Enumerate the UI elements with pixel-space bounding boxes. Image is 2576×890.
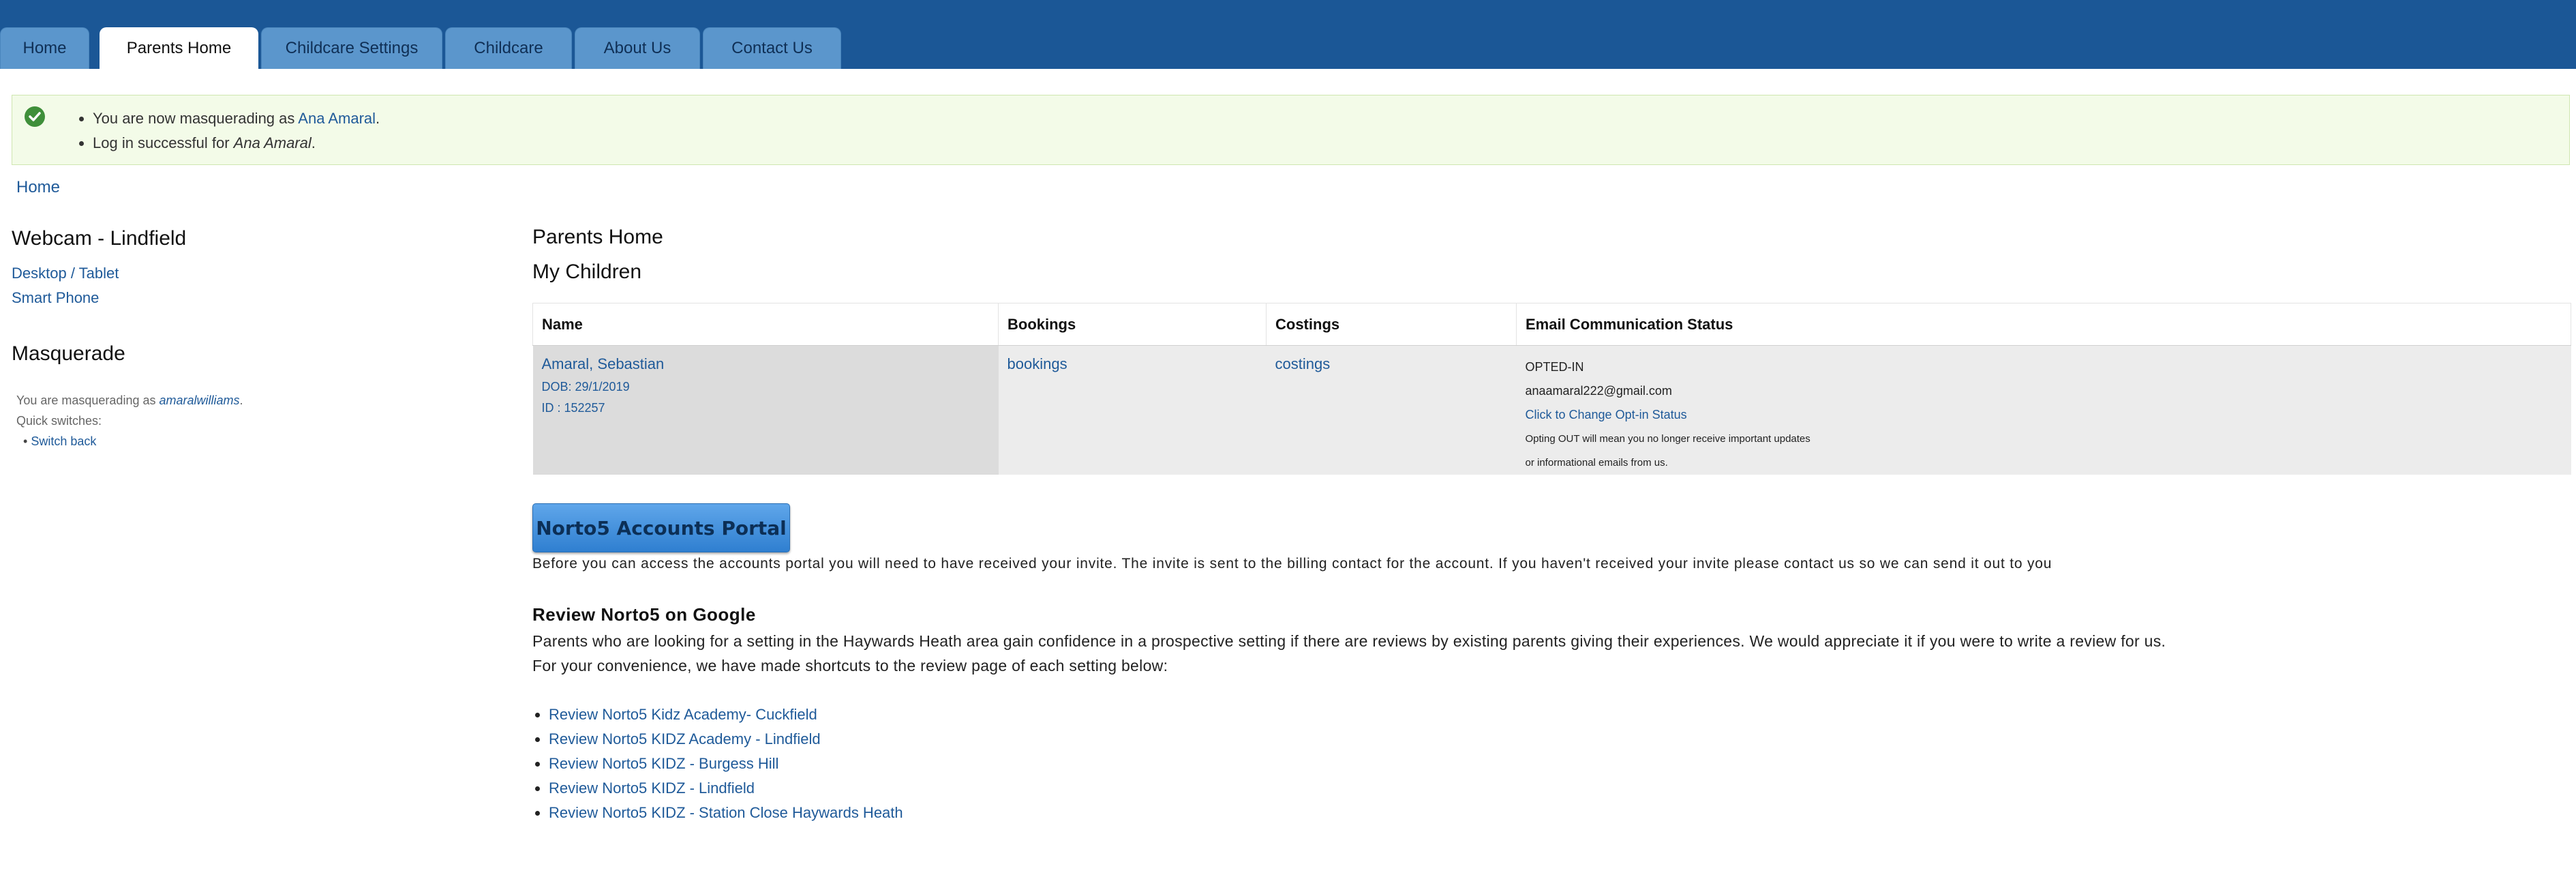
list-item: Review Norto5 KIDZ - Station Close Haywa… bbox=[549, 801, 903, 825]
accounts-portal-button[interactable]: Norto5 Accounts Portal bbox=[532, 503, 790, 552]
tab-childcare-settings[interactable]: Childcare Settings bbox=[261, 27, 442, 69]
change-opt-in-link[interactable]: Click to Change Opt-in Status bbox=[1526, 408, 1687, 421]
column-header-name: Name bbox=[532, 303, 999, 346]
bookings-cell: bookings bbox=[998, 345, 1267, 475]
list-item: Switch back bbox=[23, 431, 243, 451]
masquerade-status: You are masquerading as amaralwilliams. bbox=[16, 390, 243, 411]
review-title: Review Norto5 on Google bbox=[532, 604, 756, 625]
page-title: Parents Home bbox=[532, 226, 663, 248]
message-punct: . bbox=[376, 110, 380, 127]
message-user-name: Ana Amaral bbox=[233, 134, 312, 151]
column-header-bookings: Bookings bbox=[998, 303, 1267, 346]
masquerade-title: Masquerade bbox=[12, 342, 125, 365]
review-paragraph-2: For your convenience, we have made short… bbox=[532, 657, 1168, 674]
masquerade-text: You are masquerading as bbox=[16, 394, 160, 407]
child-dob: DOB: 29/1/2019 bbox=[541, 380, 630, 394]
webcam-phone-link[interactable]: Smart Phone bbox=[12, 289, 99, 307]
breadcrumb-home[interactable]: Home bbox=[16, 178, 60, 197]
review-links-list: Review Norto5 Kidz Academy- Cuckfield Re… bbox=[532, 702, 903, 825]
email-address: anaamaral222@gmail.com bbox=[1525, 384, 1672, 398]
tab-childcare[interactable]: Childcare bbox=[445, 27, 572, 69]
masquerade-user-link[interactable]: Ana Amaral bbox=[298, 110, 376, 127]
review-link-burgess-hill[interactable]: Review Norto5 KIDZ - Burgess Hill bbox=[549, 755, 778, 772]
review-link-lindfield[interactable]: Review Norto5 KIDZ - Lindfield bbox=[549, 780, 755, 797]
child-name-link[interactable]: Amaral, Sebastian bbox=[542, 355, 665, 372]
check-circle-icon bbox=[25, 106, 45, 127]
message-text: Log in successful for bbox=[93, 134, 234, 151]
table-row: Amaral, Sebastian DOB: 29/1/2019 ID : 15… bbox=[532, 345, 2571, 475]
child-name-cell: Amaral, Sebastian DOB: 29/1/2019 ID : 15… bbox=[532, 345, 999, 475]
status-messages: You are now masquerading as Ana Amaral. … bbox=[12, 95, 2570, 165]
email-opt-status: OPTED-IN bbox=[1525, 360, 1584, 374]
message-masquerading: You are now masquerading as Ana Amaral. bbox=[93, 106, 380, 131]
costings-link[interactable]: costings bbox=[1275, 355, 1331, 372]
list-item: Review Norto5 KIDZ - Burgess Hill bbox=[549, 752, 903, 776]
webcam-desktop-link[interactable]: Desktop / Tablet bbox=[12, 265, 119, 282]
masquerade-punct: . bbox=[239, 394, 243, 407]
message-list: You are now masquerading as Ana Amaral. … bbox=[65, 106, 380, 155]
webcam-title: Webcam - Lindfield bbox=[12, 227, 187, 250]
column-header-email-status: Email Communication Status bbox=[1516, 303, 2571, 346]
children-table: Name Bookings Costings Email Communicati… bbox=[532, 303, 2571, 475]
my-children-title: My Children bbox=[532, 261, 642, 283]
quick-switches-list: Switch back bbox=[16, 431, 243, 451]
switch-back-link[interactable]: Switch back bbox=[31, 434, 96, 448]
portal-info-text: Before you can access the accounts porta… bbox=[532, 556, 2052, 572]
list-item: Review Norto5 Kidz Academy- Cuckfield bbox=[549, 702, 903, 727]
costings-cell: costings bbox=[1266, 345, 1517, 475]
child-id: ID : 152257 bbox=[541, 401, 605, 415]
email-status-cell: OPTED-IN anaamaral222@gmail.com Click to… bbox=[1516, 345, 2571, 475]
quick-switches-label: Quick switches: bbox=[16, 414, 102, 428]
tab-home[interactable]: Home bbox=[0, 27, 89, 69]
masquerade-username-link[interactable]: amaralwilliams bbox=[159, 394, 239, 407]
tab-about-us[interactable]: About Us bbox=[575, 27, 700, 69]
message-text: You are now masquerading as bbox=[93, 110, 299, 127]
masquerade-block: You are masquerading as amaralwilliams. … bbox=[16, 390, 243, 451]
message-punct: . bbox=[311, 134, 316, 151]
opt-out-note-1: Opting OUT will mean you no longer recei… bbox=[1525, 433, 1810, 445]
list-item: Review Norto5 KIDZ - Lindfield bbox=[549, 776, 903, 801]
bookings-link[interactable]: bookings bbox=[1007, 355, 1067, 372]
table-header-row: Name Bookings Costings Email Communicati… bbox=[532, 303, 2571, 346]
message-login: Log in successful for Ana Amaral. bbox=[93, 131, 380, 155]
review-link-station-close[interactable]: Review Norto5 KIDZ - Station Close Haywa… bbox=[549, 804, 903, 821]
review-link-cuckfield[interactable]: Review Norto5 Kidz Academy- Cuckfield bbox=[549, 706, 817, 723]
opt-out-note-2: or informational emails from us. bbox=[1525, 457, 1668, 469]
top-nav-bar: Home Parents Home Childcare Settings Chi… bbox=[0, 0, 2576, 69]
tab-contact-us[interactable]: Contact Us bbox=[703, 27, 841, 69]
review-paragraph-1: Parents who are looking for a setting in… bbox=[532, 632, 2166, 650]
tab-parents-home[interactable]: Parents Home bbox=[100, 27, 258, 69]
review-link-academy-lindfield[interactable]: Review Norto5 KIDZ Academy - Lindfield bbox=[549, 730, 821, 747]
column-header-costings: Costings bbox=[1266, 303, 1517, 346]
list-item: Review Norto5 KIDZ Academy - Lindfield bbox=[549, 727, 903, 752]
